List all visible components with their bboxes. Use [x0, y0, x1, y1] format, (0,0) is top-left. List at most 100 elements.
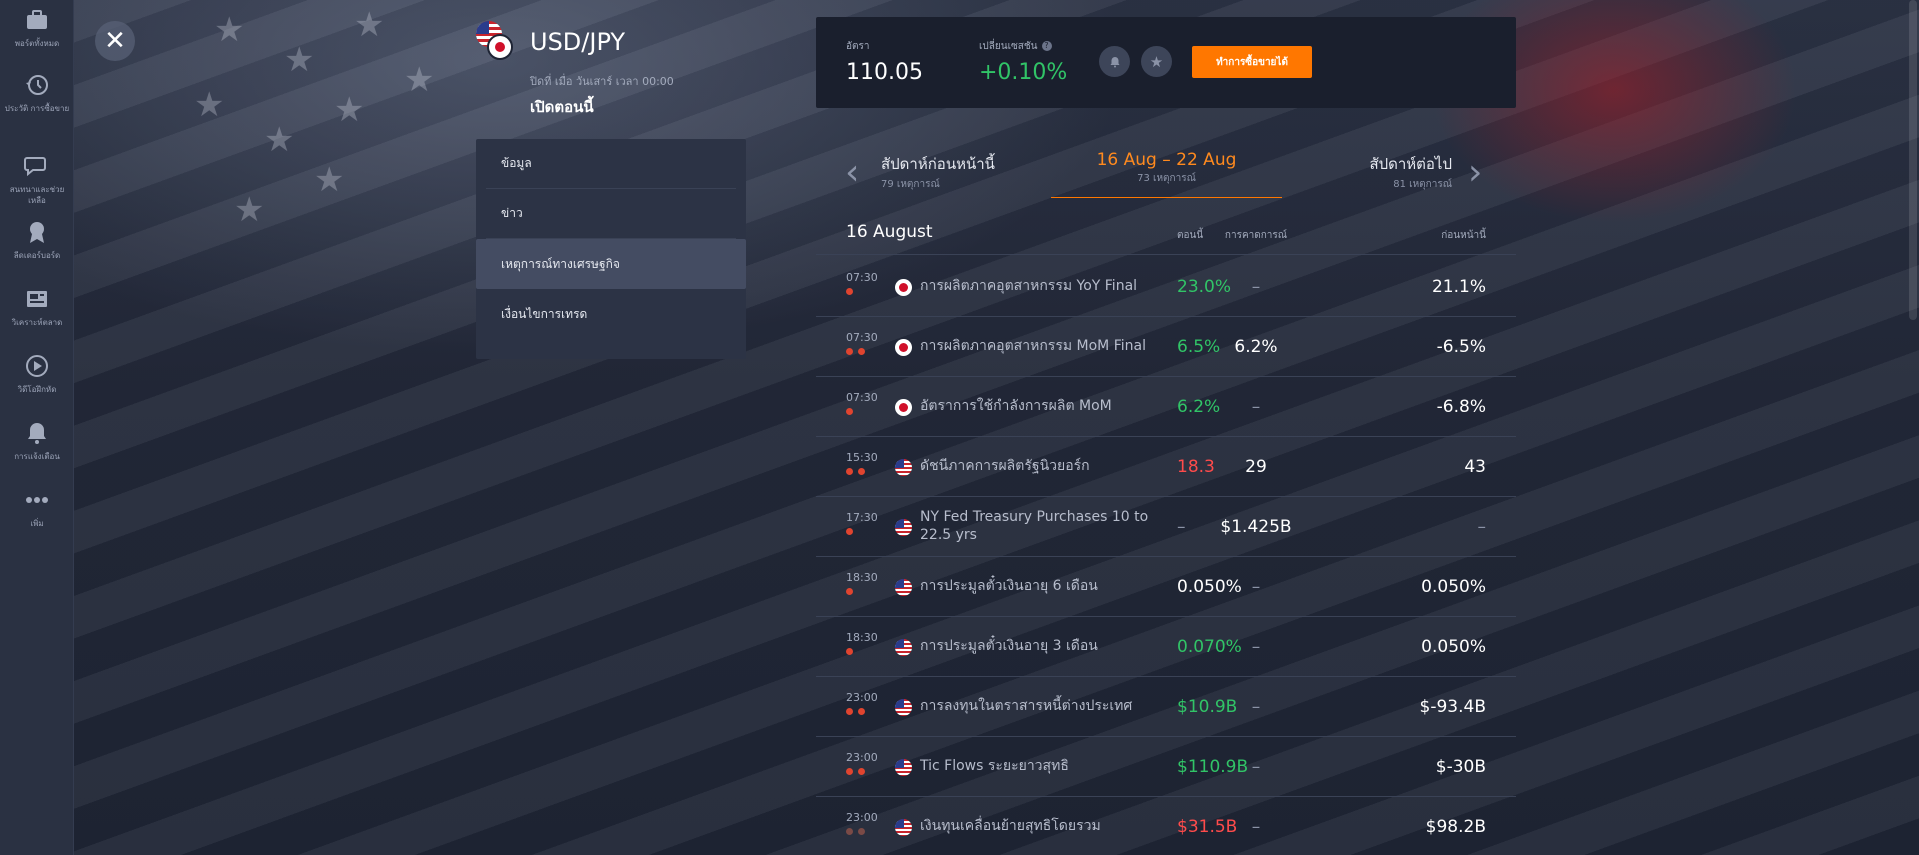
- event-name: การประมูลตั๋วเงินอายุ 6 เดือน: [920, 578, 1098, 594]
- alert-button[interactable]: [1099, 46, 1130, 77]
- next-week-link[interactable]: สัปดาห์ต่อไป 81 เหตุการณ์: [1369, 152, 1452, 192]
- star-icon: ★: [1149, 52, 1164, 71]
- event-row[interactable]: 18:30 การประมูลตั๋วเงินอายุ 6 เดือน 0.050%…: [816, 557, 1516, 617]
- sidebar-item-leaderboard[interactable]: ลีดเดอร์บอร์ด: [0, 218, 74, 261]
- sidebar-item-label: สนทนาและช่วยเหลือ: [9, 185, 65, 205]
- event-row[interactable]: 07:30 การผลิตภาคอุตสาหกรรม MoM Final 6.5% 6…: [816, 317, 1516, 377]
- sidebar-item-portfolio[interactable]: พอร์ตทั้งหมด: [0, 6, 74, 49]
- event-forecast: –: [1251, 397, 1261, 417]
- current-week-title: 16 Aug – 22 Aug: [1096, 150, 1237, 170]
- event-name: เงินทุนเคลื่อนย้ายสุทธิโดยรวม: [920, 818, 1101, 834]
- event-previous: 0.050%: [1421, 577, 1486, 597]
- importance-dot: [846, 408, 853, 415]
- previous-week-title: สัปดาห์ก่อนหน้านี้: [881, 155, 995, 173]
- sidebar-item-label: วิเคราะห์ตลาด: [11, 318, 63, 327]
- importance-indicator: [846, 348, 865, 355]
- more-icon: [26, 497, 48, 503]
- close-icon: ✕: [104, 26, 126, 56]
- importance-dot: [858, 468, 865, 475]
- star-icon: ★: [354, 5, 385, 45]
- bell-icon: [1110, 56, 1119, 67]
- event-row[interactable]: 18:30 การประมูลตั๋วเงินอายุ 3 เดือน 0.070%…: [816, 617, 1516, 677]
- previous-week-link[interactable]: สัปดาห์ก่อนหน้านี้ 79 เหตุการณ์: [881, 152, 995, 192]
- event-name: การลงทุนในตราสารหนี้ต่างประเทศ: [920, 698, 1133, 714]
- help-icon[interactable]: ?: [1041, 41, 1052, 51]
- chevron-right-icon[interactable]: ›: [1468, 155, 1482, 191]
- importance-dot: [846, 348, 853, 355]
- event-previous: -6.8%: [1436, 397, 1486, 417]
- sidebar-item-label: พอร์ตทั้งหมด: [14, 39, 60, 48]
- trade-button[interactable]: ทำการซื้อขายได้: [1192, 46, 1312, 78]
- next-week-title: สัปดาห์ต่อไป: [1369, 155, 1452, 173]
- importance-dot: [846, 528, 853, 535]
- asset-open-status: เปิดตอนนี้: [530, 98, 594, 116]
- importance-dot: [846, 768, 853, 775]
- favorite-button[interactable]: ★: [1141, 46, 1172, 77]
- star-icon: ★: [314, 160, 345, 200]
- event-forecast: –: [1251, 697, 1261, 717]
- sidebar-item-more[interactable]: เพิ่ม: [0, 486, 74, 529]
- close-button[interactable]: ✕: [95, 21, 135, 61]
- importance-dot: [858, 768, 865, 775]
- sidebar-item-label: วิดีโอฝึกหัด: [17, 385, 57, 394]
- event-name: การผลิตภาคอุตสาหกรรม MoM Final: [920, 338, 1146, 354]
- scrollbar[interactable]: [1909, 0, 1917, 320]
- us-flag-icon: [895, 639, 912, 656]
- event-time: 23:00: [846, 691, 878, 704]
- us-flag-icon: [895, 699, 912, 716]
- event-forecast: –: [1251, 757, 1261, 777]
- session-change-label: เปลี่ยนเซสชัน?: [979, 39, 1052, 54]
- event-row[interactable]: 23:00 Tic Flows ระยะยาวสุทธิ $110.9B – $-30B: [816, 737, 1516, 797]
- play-icon: [26, 355, 48, 377]
- sidebar-item-label: เพิ่ม: [30, 519, 44, 528]
- importance-indicator: [846, 408, 853, 415]
- star-icon: ★: [404, 60, 435, 100]
- column-header-forecast: การคาดการณ์: [1224, 230, 1288, 241]
- asset-closing-info: ปิดที่ เมื่อ วันเสาร์ เวลา 00:00: [530, 75, 674, 88]
- current-week-tab[interactable]: 16 Aug – 22 Aug 73 เหตุการณ์: [1051, 150, 1282, 198]
- importance-dot: [846, 708, 853, 715]
- importance-indicator: [846, 588, 853, 595]
- previous-week-count: 79 เหตุการณ์: [881, 179, 940, 190]
- japan-flag-icon: [895, 399, 912, 416]
- sidebar-item-label: ประวัติ การซื้อขาย: [4, 104, 70, 113]
- event-row[interactable]: 23:00 เงินทุนเคลื่อนย้ายสุทธิโดยรวม $31.5B…: [816, 797, 1516, 855]
- star-icon: ★: [264, 120, 295, 160]
- bell-icon: [28, 423, 46, 444]
- event-row[interactable]: 15:30 ดัชนีภาคการผลิตรัฐนิวยอร์ก 18.3 29 43: [816, 437, 1516, 497]
- japan-flag-icon: [487, 34, 513, 60]
- event-time: 07:30: [846, 271, 878, 284]
- event-previous: 43: [1464, 457, 1486, 477]
- menu-item-trading-conditions[interactable]: เงื่อนไขการเทรด: [486, 289, 736, 339]
- sidebar-item-history[interactable]: ประวัติ การซื้อขาย: [0, 71, 74, 114]
- event-time: 18:30: [846, 631, 878, 644]
- us-flag-icon: [895, 819, 912, 836]
- menu-item-info[interactable]: ข้อมูล: [486, 139, 736, 189]
- sidebar-item-chat[interactable]: สนทนาและช่วยเหลือ: [0, 152, 74, 206]
- chevron-left-icon[interactable]: ‹: [845, 155, 859, 191]
- event-forecast: 6.2%: [1234, 337, 1278, 357]
- menu-item-news[interactable]: ข่าว: [486, 189, 736, 239]
- day-title: 16 August: [846, 222, 933, 242]
- event-row[interactable]: 17:30 NY Fed Treasury Purchases 10 to 22.…: [816, 497, 1516, 557]
- event-name: การประมูลตั๋วเงินอายุ 3 เดือน: [920, 638, 1098, 654]
- event-time: 23:00: [846, 751, 878, 764]
- quote-card: อัตรา 110.05 เปลี่ยนเซสชัน? +0.10% ★ ทำก…: [816, 17, 1516, 108]
- event-row[interactable]: 23:00 การลงทุนในตราสารหนี้ต่างประเทศ $10.9…: [816, 677, 1516, 737]
- sidebar-item-videos[interactable]: วิดีโอฝึกหัด: [0, 352, 74, 395]
- importance-dot: [846, 288, 853, 295]
- importance-dot: [858, 708, 865, 715]
- event-time: 07:30: [846, 331, 878, 344]
- sidebar-item-analysis[interactable]: วิเคราะห์ตลาด: [0, 285, 74, 328]
- event-time: 15:30: [846, 451, 878, 464]
- event-name: NY Fed Treasury Purchases 10 to 22.5 yrs: [920, 509, 1149, 543]
- importance-indicator: [846, 468, 865, 475]
- event-row[interactable]: 07:30 อัตราการใช้กำลังการผลิต MoM 6.2% – -6.…: [816, 377, 1516, 437]
- event-time: 17:30: [846, 511, 878, 524]
- importance-dot: [846, 648, 853, 655]
- news-icon: [27, 291, 47, 307]
- menu-item-economic-events[interactable]: เหตุการณ์ทางเศรษฐกิจ: [476, 239, 746, 289]
- star-icon: ★: [234, 190, 265, 230]
- sidebar-item-alerts[interactable]: การแจ้งเตือน: [0, 419, 74, 462]
- event-row[interactable]: 07:30 การผลิตภาคอุตสาหกรรม YoY Final 23.0%…: [816, 257, 1516, 317]
